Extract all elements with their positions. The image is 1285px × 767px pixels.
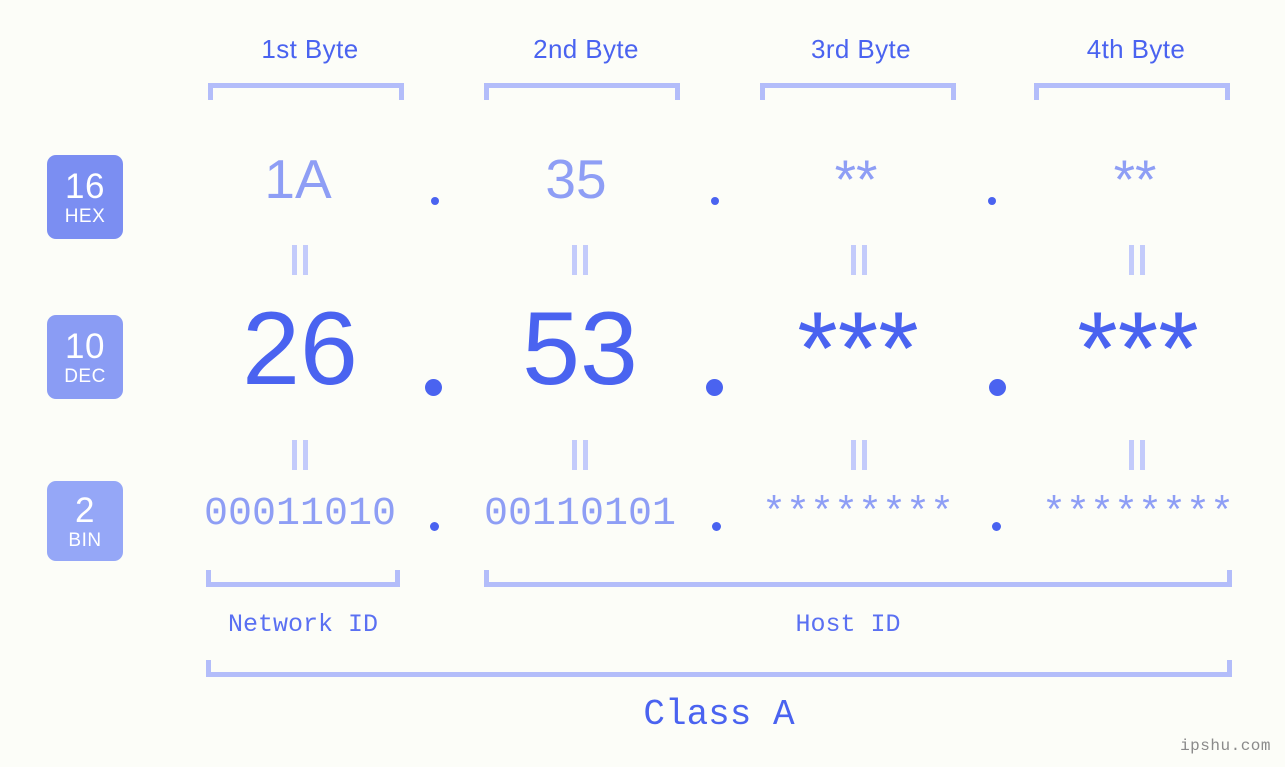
radix-badge-hex: 16 HEX xyxy=(47,155,123,239)
radix-badge-bin-name: BIN xyxy=(68,529,102,551)
dec-value-byte-1: 26 xyxy=(242,291,358,407)
equals-icon-hex-dec-1 xyxy=(292,245,308,275)
class-label: Class A xyxy=(643,694,795,735)
radix-badge-bin: 2 BIN xyxy=(47,481,123,561)
bin-value-byte-1: 00011010 xyxy=(203,492,397,537)
hex-value-byte-3: ** xyxy=(834,148,878,210)
radix-badge-dec: 10 DEC xyxy=(47,315,123,399)
byte-bracket-top-3 xyxy=(760,83,956,100)
byte-header-1: 1st Byte xyxy=(261,34,359,64)
hex-separator-dot-1 xyxy=(431,197,439,205)
watermark: ipshu.com xyxy=(1180,737,1271,755)
bin-value-byte-3: ******** xyxy=(761,492,955,537)
radix-badge-hex-name: HEX xyxy=(64,205,106,227)
radix-badge-dec-name: DEC xyxy=(64,365,106,387)
bin-separator-dot-1 xyxy=(430,522,439,531)
equals-icon-hex-dec-4 xyxy=(1129,245,1145,275)
equals-icon-dec-bin-1 xyxy=(292,440,308,470)
byte-bracket-top-1 xyxy=(208,83,404,100)
bin-separator-dot-2 xyxy=(712,522,721,531)
ip-breakdown-diagram: 1st Byte 2nd Byte 3rd Byte 4th Byte 16 H… xyxy=(0,0,1285,767)
hex-value-byte-1: 1A xyxy=(264,148,332,210)
equals-icon-dec-bin-2 xyxy=(572,440,588,470)
equals-icon-dec-bin-3 xyxy=(851,440,867,470)
equals-icon-hex-dec-2 xyxy=(572,245,588,275)
byte-header-4: 4th Byte xyxy=(1086,34,1186,64)
dec-separator-dot-1 xyxy=(425,379,442,396)
hex-separator-dot-3 xyxy=(988,197,996,205)
class-bracket xyxy=(206,660,1232,677)
radix-badge-hex-number: 16 xyxy=(65,166,105,206)
network-id-label: Network ID xyxy=(227,610,379,639)
radix-badge-bin-number: 2 xyxy=(75,490,95,530)
dec-separator-dot-3 xyxy=(989,379,1006,396)
equals-icon-dec-bin-4 xyxy=(1129,440,1145,470)
bin-separator-dot-3 xyxy=(992,522,1001,531)
dec-separator-dot-2 xyxy=(706,379,723,396)
dec-value-byte-2: 53 xyxy=(522,291,638,407)
equals-icon-hex-dec-3 xyxy=(851,245,867,275)
hex-value-byte-4: ** xyxy=(1113,148,1157,210)
dec-value-byte-4: *** xyxy=(1077,291,1199,407)
byte-header-2: 2nd Byte xyxy=(533,34,639,64)
radix-badge-dec-number: 10 xyxy=(65,326,105,366)
hex-value-byte-2: 35 xyxy=(545,148,607,210)
hex-separator-dot-2 xyxy=(711,197,719,205)
byte-bracket-top-4 xyxy=(1034,83,1230,100)
bin-value-byte-2: 00110101 xyxy=(483,492,677,537)
host-id-label: Host ID xyxy=(795,610,901,639)
network-id-bracket xyxy=(206,570,400,587)
host-id-bracket xyxy=(484,570,1232,587)
byte-bracket-top-2 xyxy=(484,83,680,100)
bin-value-byte-4: ******** xyxy=(1041,492,1235,537)
dec-value-byte-3: *** xyxy=(797,291,919,407)
byte-header-3: 3rd Byte xyxy=(810,34,912,64)
